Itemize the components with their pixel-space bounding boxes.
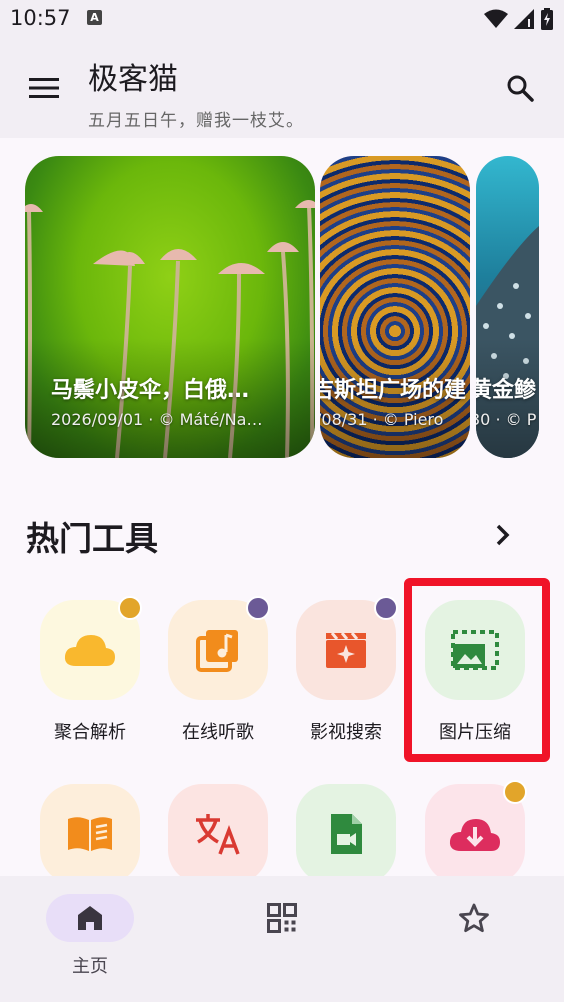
search-icon xyxy=(507,75,534,102)
app-bar: 极客猫 五月五日午，赠我一枝艾。 xyxy=(0,38,564,138)
translate-icon xyxy=(196,814,240,855)
section-title: 热门工具 xyxy=(26,519,158,558)
music-library-icon xyxy=(196,630,238,672)
video-file-icon xyxy=(331,814,362,854)
menu-icon xyxy=(29,78,59,98)
card-meta: 2026/09/01 · © Máté/Na… xyxy=(51,410,263,429)
badge-dot xyxy=(118,596,142,620)
app-subtitle: 五月五日午，赠我一枝艾。 xyxy=(88,111,304,131)
card-meta: /08/31 · © Piero xyxy=(320,410,444,429)
card-title: 吉斯坦广场的建 xyxy=(320,378,467,403)
nav-home[interactable]: 主页 xyxy=(40,894,140,984)
cloud-icon xyxy=(64,635,115,666)
tool-icon-bg xyxy=(296,784,396,884)
carousel-card[interactable]: 马鬃小皮伞，白俄… 2026/09/01 · © Máté/Na… xyxy=(25,156,315,458)
notification-icon: A xyxy=(87,10,102,25)
signal-icon xyxy=(514,9,534,29)
badge-dot xyxy=(374,596,398,620)
status-icons xyxy=(484,8,554,30)
nav-pill xyxy=(430,894,518,942)
status-time: 10:57 xyxy=(10,6,71,30)
tool-icon-bg xyxy=(168,784,268,884)
badge-dot xyxy=(503,780,527,804)
book-icon xyxy=(68,817,112,851)
search-button[interactable] xyxy=(498,66,542,110)
tool-label: 聚合解析 xyxy=(54,722,126,743)
tool-video-search[interactable]: 影视搜索 xyxy=(284,596,404,760)
chevron-right-icon xyxy=(496,524,510,546)
menu-button[interactable] xyxy=(22,66,66,110)
wallpaper-carousel[interactable]: 马鬃小皮伞，白俄… 2026/09/01 · © Máté/Na… 吉斯坦广场的… xyxy=(0,138,564,478)
bottom-navigation: 主页 xyxy=(0,876,564,1002)
movie-icon xyxy=(326,632,366,668)
tool-label: 在线听歌 xyxy=(182,722,254,743)
nav-grid[interactable] xyxy=(232,894,332,984)
carousel-card[interactable]: 黄金鲹 30 · © P xyxy=(476,156,539,458)
nav-pill xyxy=(46,894,134,942)
cloud-download-icon xyxy=(449,819,500,851)
nav-pill xyxy=(238,894,326,942)
app-title: 极客猫 xyxy=(88,62,178,97)
tool-label: 影视搜索 xyxy=(310,722,382,743)
nav-label: 主页 xyxy=(72,956,108,977)
status-bar: 10:57 A xyxy=(0,0,564,38)
home-icon xyxy=(78,906,102,930)
more-tools-button[interactable] xyxy=(488,520,518,550)
tool-online-music[interactable]: 在线听歌 xyxy=(156,596,276,760)
tool-icon-bg xyxy=(40,784,140,884)
card-title: 马鬃小皮伞，白俄… xyxy=(51,378,250,403)
nav-favorites[interactable] xyxy=(424,894,524,984)
grid-icon xyxy=(267,903,297,933)
card-title: 黄金鲹 xyxy=(476,378,537,403)
battery-icon xyxy=(541,8,553,30)
highlight-frame xyxy=(404,578,550,762)
tool-aggregate-parse[interactable]: 聚合解析 xyxy=(28,596,148,760)
badge-dot xyxy=(246,596,270,620)
star-icon xyxy=(459,903,489,933)
carousel-card[interactable]: 吉斯坦广场的建 /08/31 · © Piero xyxy=(320,156,470,458)
card-meta: 30 · © P xyxy=(476,410,537,429)
wifi-icon xyxy=(484,9,508,28)
